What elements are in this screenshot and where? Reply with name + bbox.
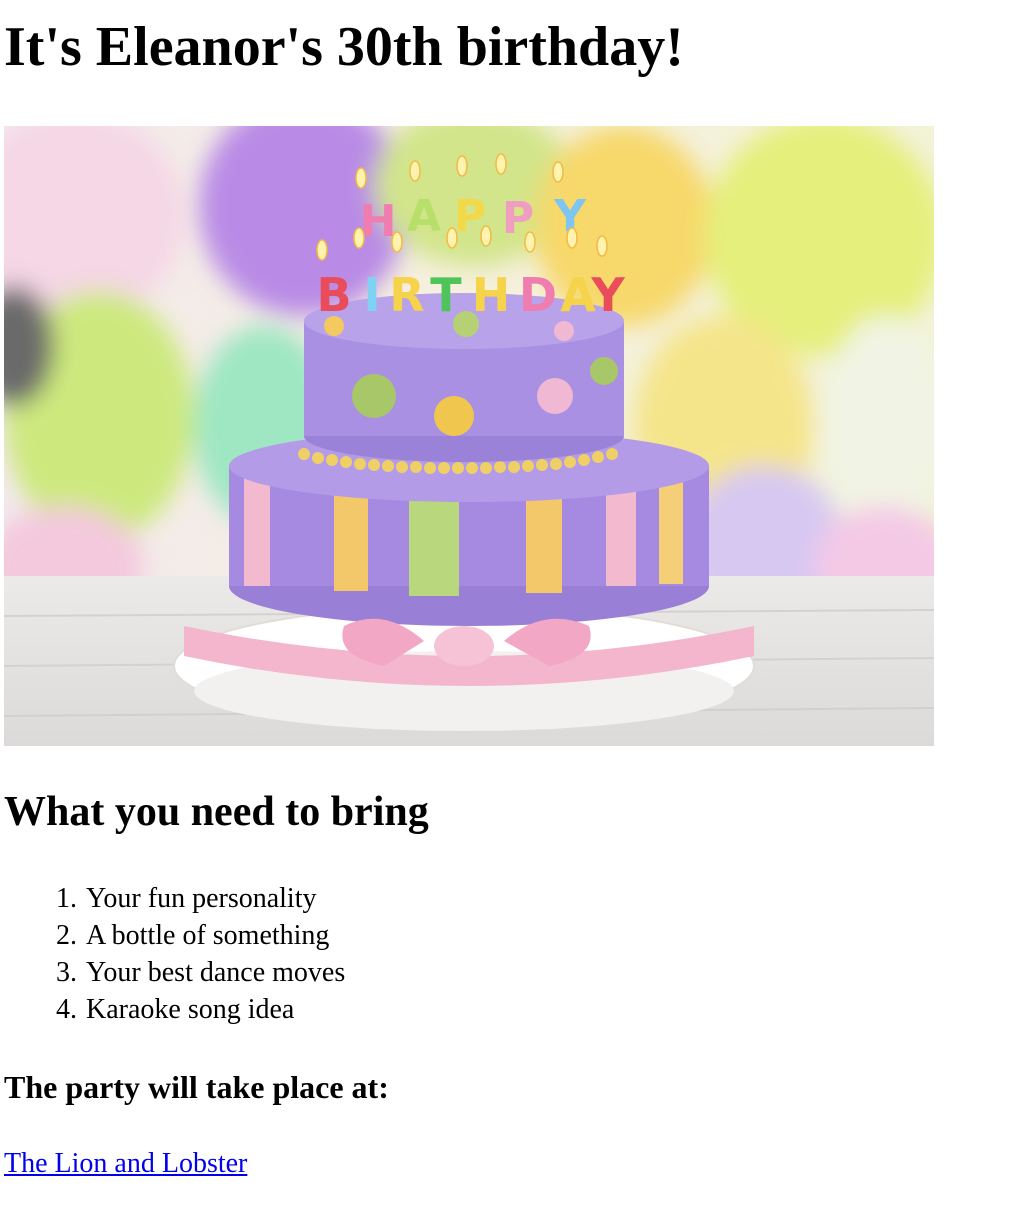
list-item: Your best dance moves bbox=[84, 954, 345, 991]
birthday-cake-image: H A P P Y B I R T H D A Y bbox=[4, 126, 934, 746]
cake-letter-bottom: B bbox=[316, 268, 351, 322]
bring-heading: What you need to bring bbox=[4, 789, 429, 835]
page-title: It's Eleanor's 30th birthday! bbox=[4, 16, 684, 78]
place-heading: The party will take place at: bbox=[4, 1069, 389, 1105]
cake-letter-bottom: D bbox=[519, 268, 557, 322]
cake-letter-bottom: I bbox=[363, 268, 380, 322]
venue-link[interactable]: The Lion and Lobster bbox=[4, 1146, 247, 1182]
list-item: Your fun personality bbox=[84, 880, 345, 917]
cake-letter-top: A bbox=[407, 191, 441, 242]
cake-letter-bottom: R bbox=[389, 268, 424, 322]
cake-letter-bottom: T bbox=[430, 268, 462, 322]
cake-letter-bottom: H bbox=[472, 268, 511, 322]
bring-list: Your fun personality A bottle of somethi… bbox=[0, 880, 345, 1028]
cake-letter-top: H bbox=[360, 196, 397, 247]
list-item: A bottle of something bbox=[84, 917, 345, 954]
cake-letter-bottom: Y bbox=[590, 268, 625, 322]
list-item: Karaoke song idea bbox=[84, 991, 345, 1028]
